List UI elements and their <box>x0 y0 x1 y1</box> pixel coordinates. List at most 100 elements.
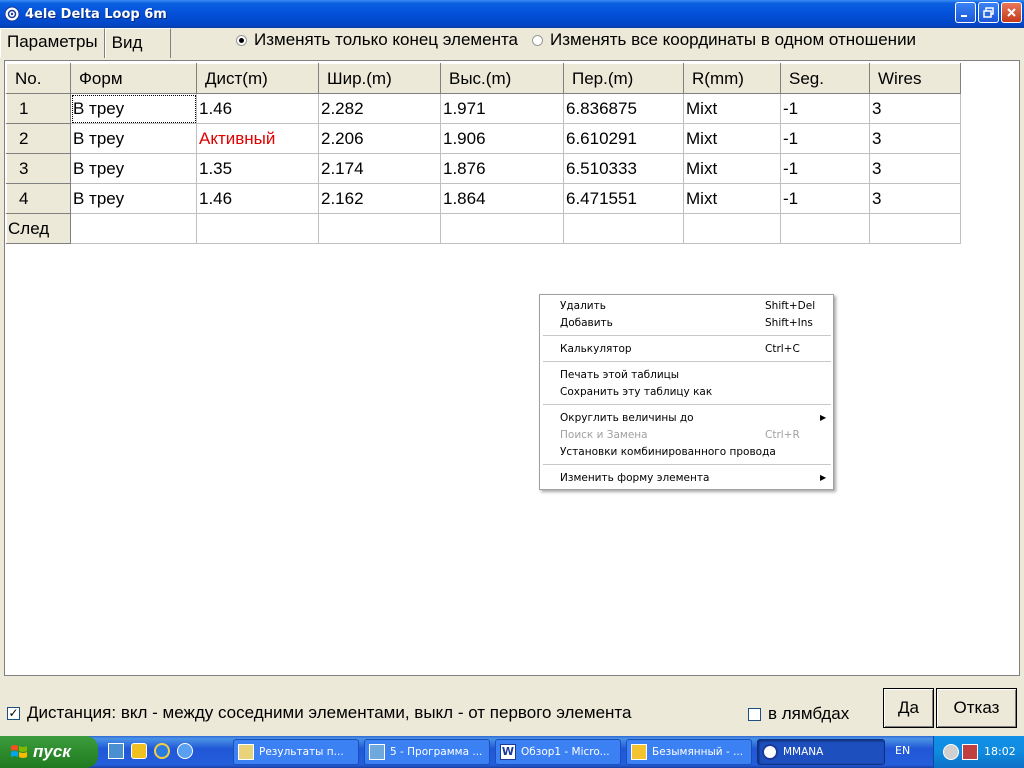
table-cell[interactable]: 2.174 <box>318 153 441 184</box>
row-header[interactable]: 1 <box>6 93 71 124</box>
task-word-document[interactable]: W Обзор1 - Micro... <box>495 739 621 765</box>
menu-item-round-values[interactable]: Округлить величины до ▶ <box>540 409 833 426</box>
table-cell[interactable]: 3 <box>869 93 961 124</box>
menu-item-save-table[interactable]: Сохранить эту таблицу как <box>540 383 833 400</box>
task-label: Результаты п... <box>259 746 344 758</box>
column-header[interactable]: Форм <box>70 63 197 94</box>
menu-item-combined-wire-settings[interactable]: Установки комбинированного провода <box>540 443 833 460</box>
media-player-icon[interactable] <box>131 743 147 759</box>
mmana-icon <box>762 744 778 760</box>
table-cell[interactable]: -1 <box>780 153 870 184</box>
restore-button[interactable] <box>978 2 999 23</box>
column-header[interactable]: No. <box>6 63 71 94</box>
task-mmana[interactable]: MMANA <box>757 739 885 765</box>
start-button[interactable]: пуск <box>0 736 98 768</box>
row-header[interactable]: 3 <box>6 153 71 184</box>
table-cell[interactable]: 6.471551 <box>563 183 684 214</box>
table-cell[interactable]: 6.610291 <box>563 123 684 154</box>
clock[interactable]: 18:02 <box>984 745 1016 758</box>
table-cell[interactable]: 1.971 <box>440 93 564 124</box>
tab-parameters[interactable]: Параметры <box>0 28 105 58</box>
menu-item-label: Удалить <box>560 299 606 312</box>
table-cell[interactable]: 1.46 <box>196 183 319 214</box>
table-cell[interactable]: 2.282 <box>318 93 441 124</box>
table-cell[interactable]: 1.864 <box>440 183 564 214</box>
row-header[interactable]: 2 <box>6 123 71 154</box>
table-cell[interactable]: 2.162 <box>318 183 441 214</box>
menu-separator <box>543 464 831 465</box>
task-results-folder[interactable]: Результаты п... <box>233 739 359 765</box>
table-cell[interactable] <box>440 213 564 244</box>
table-cell[interactable]: 2.206 <box>318 123 441 154</box>
table-cell[interactable] <box>780 213 870 244</box>
table-cell[interactable]: В треу <box>70 183 197 214</box>
folder-icon <box>238 744 254 760</box>
table-cell[interactable]: 3 <box>869 123 961 154</box>
tab-view[interactable]: Вид <box>104 28 171 58</box>
column-header[interactable]: Wires <box>869 63 961 94</box>
show-desktop-icon[interactable] <box>108 743 124 759</box>
lambda-checkbox[interactable]: в лямбдах <box>748 704 849 724</box>
table-cell[interactable]: Mixt <box>683 183 781 214</box>
radio-change-end-only[interactable]: Изменять только конец элемента <box>236 30 518 50</box>
table-cell[interactable]: 3 <box>869 153 961 184</box>
row-header[interactable]: След <box>6 213 71 244</box>
table-cell[interactable] <box>70 213 197 244</box>
minimize-button[interactable] <box>955 2 976 23</box>
network-icon[interactable] <box>962 744 978 760</box>
table-cell[interactable]: 1.906 <box>440 123 564 154</box>
table-cell[interactable]: Mixt <box>683 153 781 184</box>
task-paint[interactable]: Безымянный - ... <box>626 739 752 765</box>
table-cell[interactable]: 1.876 <box>440 153 564 184</box>
column-header[interactable]: Seg. <box>780 63 870 94</box>
menu-item-label: Изменить форму элемента <box>560 471 710 484</box>
table-cell[interactable]: -1 <box>780 123 870 154</box>
column-header[interactable]: Пер.(m) <box>563 63 684 94</box>
table-cell[interactable]: Mixt <box>683 93 781 124</box>
menu-item-print-table[interactable]: Печать этой таблицы <box>540 366 833 383</box>
tab-strip: Параметры Вид <box>0 28 171 58</box>
table-cell[interactable]: 3 <box>869 183 961 214</box>
table-cell[interactable]: 6.836875 <box>563 93 684 124</box>
table-cell[interactable] <box>196 213 319 244</box>
table-cell[interactable]: В треу <box>70 153 197 184</box>
internet-explorer-icon[interactable] <box>154 743 170 759</box>
table-cell[interactable] <box>318 213 441 244</box>
task-program[interactable]: 5 - Программа ... <box>364 739 490 765</box>
table-cell[interactable] <box>683 213 781 244</box>
title-bar[interactable]: 4ele Delta Loop 6m <box>0 0 1024 28</box>
language-indicator[interactable]: EN <box>895 744 910 757</box>
ok-button[interactable]: Да <box>883 688 934 728</box>
cancel-button[interactable]: Отказ <box>936 688 1017 728</box>
speaker-icon[interactable] <box>943 744 959 760</box>
distance-mode-checkbox[interactable]: ✓ Дистанция: вкл - между соседними элеме… <box>7 703 631 723</box>
table-cell[interactable]: -1 <box>780 183 870 214</box>
menu-item-add[interactable]: Добавить Shift+Ins <box>540 314 833 331</box>
table-cell[interactable]: В треу <box>70 93 197 124</box>
word-icon: W <box>500 744 516 760</box>
column-header[interactable]: R(mm) <box>683 63 781 94</box>
active-element-cell[interactable]: Активный <box>196 123 319 154</box>
app-shortcut-icon[interactable] <box>177 743 193 759</box>
column-header[interactable]: Дист(m) <box>196 63 319 94</box>
table-cell[interactable]: 1.35 <box>196 153 319 184</box>
column-header[interactable]: Шир.(m) <box>318 63 441 94</box>
table-cell[interactable]: 1.46 <box>196 93 319 124</box>
radio-change-all-proportional[interactable]: Изменять все координаты в одном отношени… <box>532 30 916 50</box>
menu-item-change-element-shape[interactable]: Изменить форму элемента ▶ <box>540 469 833 486</box>
menu-item-delete[interactable]: Удалить Shift+Del <box>540 297 833 314</box>
table-cell[interactable] <box>869 213 961 244</box>
menu-item-label: Печать этой таблицы <box>560 368 680 381</box>
table-cell[interactable] <box>563 213 684 244</box>
table-cell[interactable]: -1 <box>780 93 870 124</box>
table-cell[interactable]: 6.510333 <box>563 153 684 184</box>
column-header[interactable]: Выс.(m) <box>440 63 564 94</box>
row-header[interactable]: 4 <box>6 183 71 214</box>
table-area[interactable]: No. Форм Дист(m) Шир.(m) Выс.(m) Пер.(m)… <box>4 60 1020 676</box>
close-icon <box>1007 8 1016 17</box>
table-cell[interactable]: Mixt <box>683 123 781 154</box>
menu-separator <box>543 404 831 405</box>
menu-item-calculator[interactable]: Калькулятор Ctrl+C <box>540 340 833 357</box>
close-button[interactable] <box>1001 2 1022 23</box>
table-cell[interactable]: В треу <box>70 123 197 154</box>
